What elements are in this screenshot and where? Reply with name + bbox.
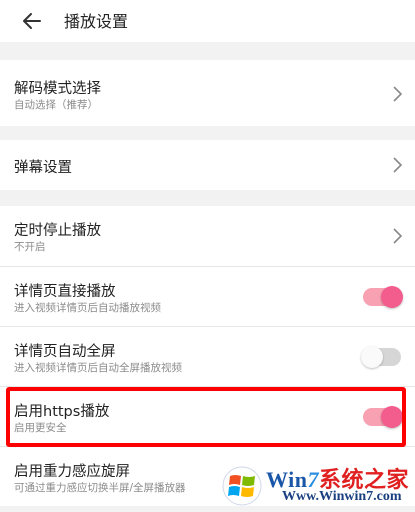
windows-logo-icon — [222, 466, 262, 506]
https-playback-description: 启用更安全 — [14, 422, 67, 434]
timer-stop-value: 不开启 — [14, 241, 46, 253]
danmaku-settings-label: 弹幕设置 — [14, 160, 72, 176]
chevron-right-icon — [393, 86, 403, 102]
auto-fullscreen-label: 详情页自动全屏 — [14, 344, 116, 360]
chevron-right-icon — [393, 228, 403, 244]
autoplay-toggle[interactable] — [363, 286, 403, 308]
decode-mode-value: 自动选择（推荐） — [14, 99, 98, 111]
gravity-rotate-description: 可通过重力感应切换半屏/全屏播放器 — [14, 482, 186, 494]
settings-group-playback: 定时停止播放 不开启 详情页直接播放 进入视频详情页后自动播放视频 详情页自动全… — [0, 206, 415, 506]
watermark: Win7系统之家 Www.Winwin7.com — [222, 462, 415, 512]
autoplay-description: 进入视频详情页后自动播放视频 — [14, 302, 161, 314]
danmaku-settings-row[interactable]: 弹幕设置 — [0, 140, 415, 190]
decode-mode-row[interactable]: 解码模式选择 自动选择（推荐） — [0, 60, 415, 126]
timer-stop-label: 定时停止播放 — [14, 223, 101, 239]
https-playback-toggle[interactable] — [363, 406, 403, 428]
page-title: 播放设置 — [64, 12, 129, 31]
arrow-left-icon[interactable] — [20, 9, 44, 33]
settings-group-decode: 解码模式选择 自动选择（推荐） — [0, 60, 415, 126]
timer-stop-row[interactable]: 定时停止播放 不开启 — [0, 206, 415, 266]
decode-mode-label: 解码模式选择 — [14, 81, 101, 97]
auto-fullscreen-row: 详情页自动全屏 进入视频详情页后自动全屏播放视频 — [0, 326, 415, 386]
chevron-right-icon — [393, 157, 403, 173]
settings-group-danmaku: 弹幕设置 — [0, 140, 415, 190]
autoplay-label: 详情页直接播放 — [14, 284, 116, 300]
auto-fullscreen-description: 进入视频详情页后自动全屏播放视频 — [14, 362, 182, 374]
auto-fullscreen-toggle[interactable] — [361, 346, 401, 368]
watermark-url: Www.Winwin7.com — [282, 489, 402, 504]
https-playback-row: 启用https播放 启用更安全 — [0, 386, 415, 446]
top-bar: 播放设置 — [0, 0, 415, 42]
https-playback-label: 启用https播放 — [14, 404, 110, 420]
autoplay-row: 详情页直接播放 进入视频详情页后自动播放视频 — [0, 266, 415, 326]
gravity-rotate-label: 启用重力感应旋屏 — [14, 464, 130, 480]
